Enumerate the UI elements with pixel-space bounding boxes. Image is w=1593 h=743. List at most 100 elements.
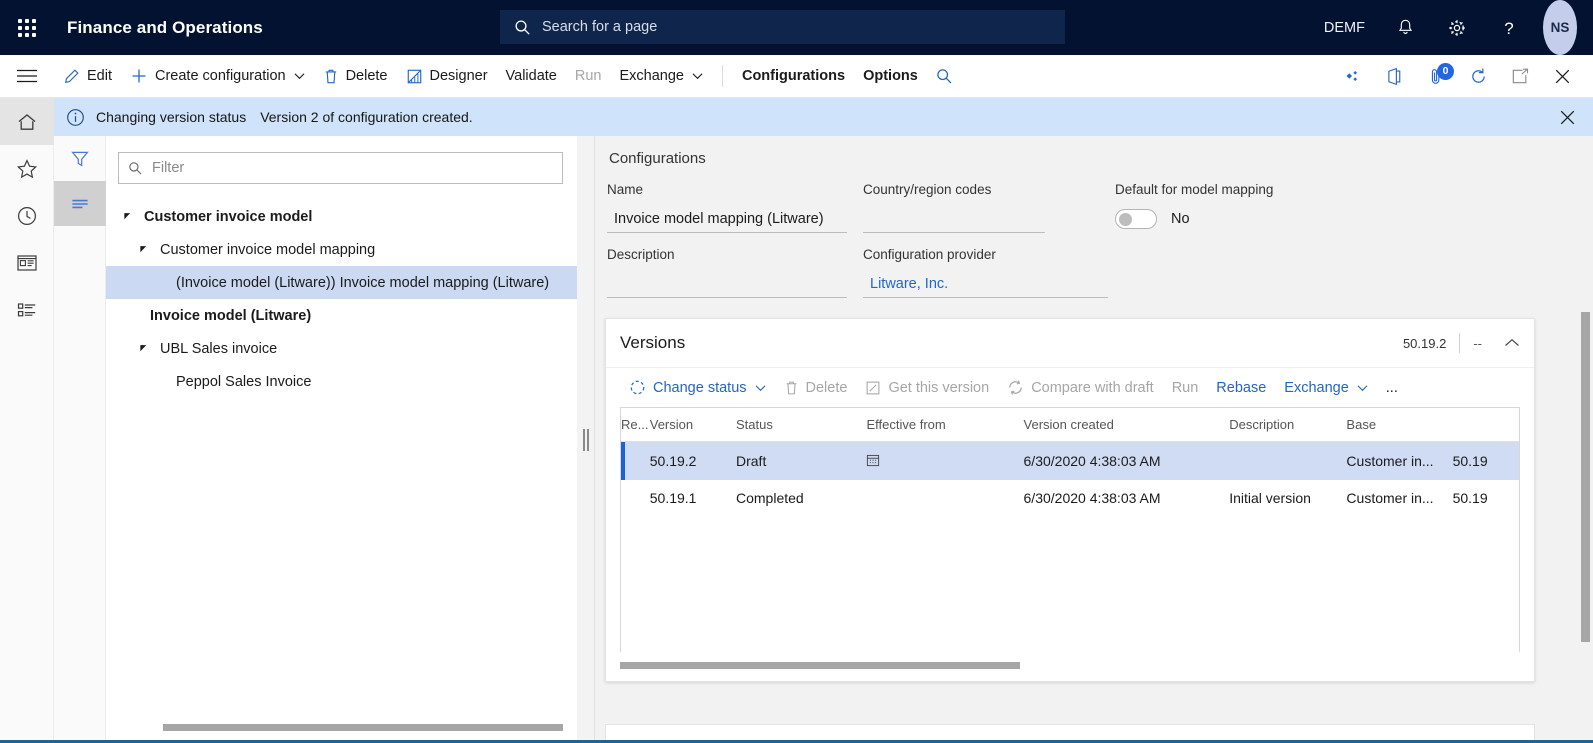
designer-button[interactable]: Designer xyxy=(397,55,497,98)
versions-card: Versions 50.19.2 -- xyxy=(605,318,1535,682)
action-pane-toolbar: Edit Create configuration Delete Design xyxy=(0,55,1593,98)
popout-icon[interactable] xyxy=(1499,55,1541,98)
settings-gear-icon[interactable] xyxy=(1431,0,1483,55)
versions-header-dash: -- xyxy=(1473,336,1482,351)
office-app-icon[interactable] xyxy=(1373,55,1415,98)
rail-item-modules[interactable] xyxy=(0,286,54,333)
tree-node-peppol-sales-invoice[interactable]: Peppol Sales Invoice xyxy=(106,365,577,398)
share-diamond-icon[interactable] xyxy=(1331,55,1373,98)
notifications-bell-icon[interactable] xyxy=(1379,0,1431,55)
cell-base[interactable]: Customer in... xyxy=(1346,442,1452,481)
tab-options[interactable]: Options xyxy=(854,55,927,98)
tree-side-rail xyxy=(54,136,106,743)
versions-horizontal-scrollbar[interactable] xyxy=(620,662,1520,669)
versions-overflow-button[interactable]: ... xyxy=(1377,368,1407,408)
help-question-icon[interactable]: ? xyxy=(1483,0,1535,55)
cell-description[interactable] xyxy=(1229,442,1346,481)
tree-node-customer-invoice-model-mapping[interactable]: Customer invoice model mapping xyxy=(106,233,577,266)
filter-input[interactable]: Filter xyxy=(118,152,563,184)
message-close-button[interactable] xyxy=(1558,108,1581,127)
tree-node-label: Invoice model (Litware) xyxy=(150,308,311,324)
cell-status[interactable]: Completed xyxy=(736,480,866,516)
table-row[interactable]: 50.19.1 Completed 6/30/2020 4:38:03 AM I… xyxy=(621,480,1519,516)
tree-node-customer-invoice-model[interactable]: Customer invoice model xyxy=(106,200,577,233)
rail-item-recent[interactable] xyxy=(0,192,54,239)
filter-funnel-button[interactable] xyxy=(54,136,106,181)
field-country-region-codes: Country/region codes xyxy=(863,182,1045,233)
company-selector[interactable]: DEMF xyxy=(1310,0,1379,55)
cell-base-version[interactable]: 50.19 xyxy=(1453,442,1519,481)
provider-input[interactable]: Litware, Inc. xyxy=(863,272,1108,298)
description-input[interactable] xyxy=(607,272,847,298)
versions-delete-label: Delete xyxy=(806,380,848,396)
top-nav-right-group: DEMF ? NS xyxy=(1310,0,1593,55)
versions-collapse-button[interactable] xyxy=(1504,338,1520,348)
content-vertical-scrollbar[interactable] xyxy=(1581,312,1590,732)
cell-base-version[interactable]: 50.19 xyxy=(1453,480,1519,516)
col-header-version[interactable]: Version xyxy=(650,408,736,442)
table-row[interactable]: 50.19.2 Draft xyxy=(621,442,1519,481)
rail-item-favorites[interactable] xyxy=(0,145,54,192)
expander-expanded-icon[interactable] xyxy=(134,245,152,254)
designer-icon xyxy=(406,68,423,85)
exchange-button[interactable]: Exchange xyxy=(610,55,712,98)
close-icon[interactable] xyxy=(1541,55,1583,98)
col-header-version-created[interactable]: Version created xyxy=(1024,408,1230,442)
tree-view-button[interactable] xyxy=(54,181,106,226)
cell-version[interactable]: 50.19.1 xyxy=(650,480,736,516)
chevron-down-icon xyxy=(1357,384,1368,392)
expander-expanded-icon[interactable] xyxy=(134,344,152,353)
country-label: Country/region codes xyxy=(863,182,1045,197)
tree-node-ubl-sales-invoice[interactable]: UBL Sales invoice xyxy=(106,332,577,365)
global-search-input[interactable]: Search for a page xyxy=(500,10,1065,44)
col-header-record[interactable]: Re... xyxy=(621,408,650,442)
edit-button[interactable]: Edit xyxy=(54,55,121,98)
tab-configurations[interactable]: Configurations xyxy=(733,55,854,98)
name-input[interactable]: Invoice model mapping (Litware) xyxy=(607,207,847,233)
tree-node-invoice-model-litware[interactable]: Invoice model (Litware) xyxy=(106,299,577,332)
change-status-button[interactable]: Change status xyxy=(620,368,775,408)
col-header-status[interactable]: Status xyxy=(736,408,866,442)
col-header-base[interactable]: Base xyxy=(1346,408,1452,442)
validate-button[interactable]: Validate xyxy=(497,55,566,98)
versions-table: Re... Version Status Effective from Vers… xyxy=(621,408,1519,516)
rail-item-workspaces[interactable] xyxy=(0,239,54,286)
rebase-button[interactable]: Rebase xyxy=(1207,368,1275,408)
country-input[interactable] xyxy=(863,207,1045,233)
panel-splitter[interactable] xyxy=(577,136,595,743)
expander-expanded-icon[interactable] xyxy=(118,212,136,221)
toolbar-search-button[interactable] xyxy=(927,55,962,98)
tree-container: Filter Customer invoice model Customer i… xyxy=(106,136,577,743)
versions-exchange-button[interactable]: Exchange xyxy=(1275,368,1377,408)
toolbar-divider xyxy=(722,65,723,87)
search-icon xyxy=(514,19,531,36)
hamburger-icon[interactable] xyxy=(0,55,54,98)
cell-effective-from[interactable] xyxy=(866,442,1023,481)
attachments-icon[interactable]: 0 xyxy=(1415,55,1457,98)
search-icon xyxy=(128,161,143,176)
app-launcher-icon[interactable] xyxy=(0,0,54,55)
user-avatar[interactable]: NS xyxy=(1543,0,1577,55)
cell-version-created[interactable]: 6/30/2020 4:38:03 AM xyxy=(1024,480,1230,516)
delete-button[interactable]: Delete xyxy=(314,55,397,98)
col-header-effective-from[interactable]: Effective from xyxy=(866,408,1023,442)
compare-icon xyxy=(1007,379,1024,396)
refresh-icon[interactable] xyxy=(1457,55,1499,98)
col-header-base-version[interactable] xyxy=(1453,408,1519,442)
versions-toolbar: Change status Delete Get xyxy=(606,367,1534,407)
tree-horizontal-scrollbar[interactable] xyxy=(163,724,563,731)
cell-version[interactable]: 50.19.2 xyxy=(650,442,736,481)
rail-item-home[interactable] xyxy=(0,98,54,145)
create-configuration-button[interactable]: Create configuration xyxy=(121,55,314,98)
cell-status[interactable]: Draft xyxy=(736,442,866,481)
col-header-description[interactable]: Description xyxy=(1229,408,1346,442)
default-for-model-mapping-toggle[interactable] xyxy=(1115,209,1157,229)
cell-effective-from[interactable] xyxy=(866,480,1023,516)
calendar-icon[interactable] xyxy=(866,453,880,470)
main-content-area: Configurations Name Invoice model mappin… xyxy=(595,136,1593,743)
cell-base[interactable]: Customer in... xyxy=(1346,480,1452,516)
cell-description[interactable]: Initial version xyxy=(1229,480,1346,516)
exchange-label: Exchange xyxy=(619,68,684,84)
cell-version-created[interactable]: 6/30/2020 4:38:03 AM xyxy=(1024,442,1230,481)
tree-node-invoice-model-mapping-litware[interactable]: (Invoice model (Litware)) Invoice model … xyxy=(106,266,577,299)
